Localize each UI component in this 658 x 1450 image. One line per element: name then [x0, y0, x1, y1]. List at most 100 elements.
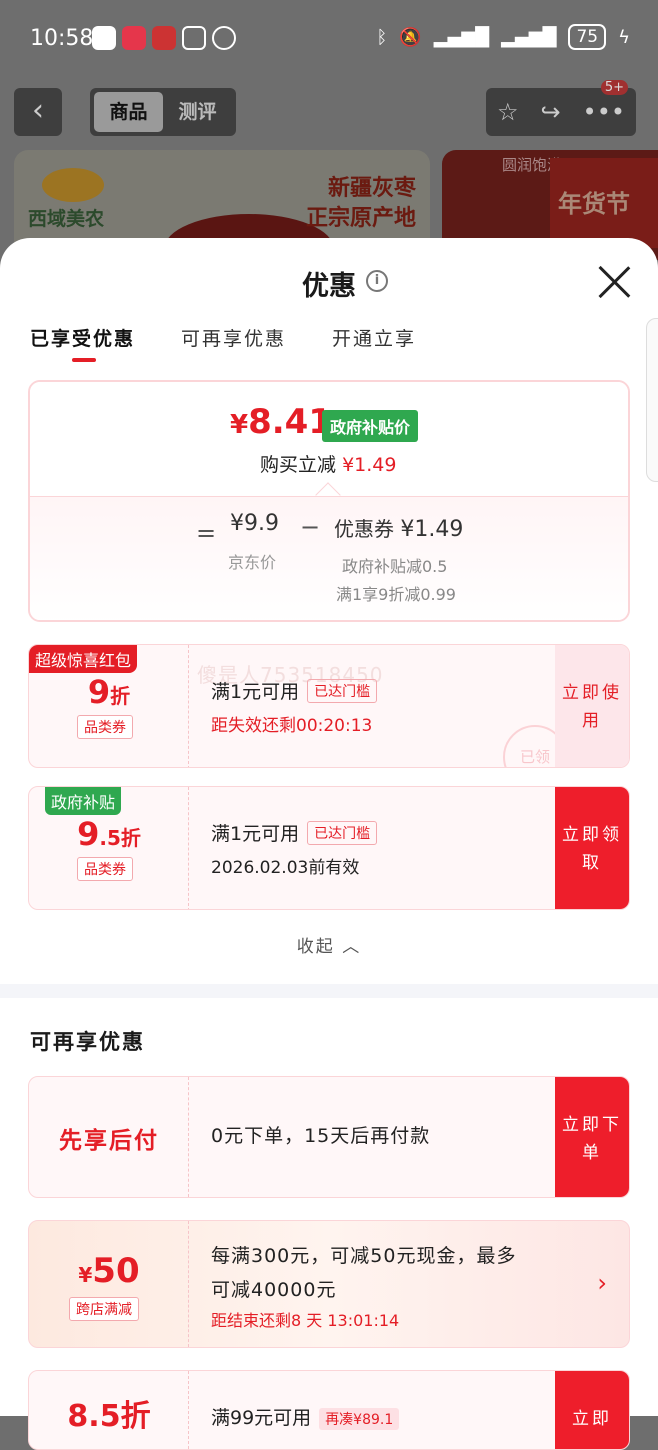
bnpl-offer: 先享后付 0元下单，15天后再付款 立即下单: [28, 1076, 630, 1198]
price-summary: ¥8.41 政府补贴价 购买立减 ¥1.49 = ¥9.9 京东价 − 优惠券 …: [28, 380, 630, 622]
charging-icon: ϟ: [618, 26, 630, 48]
close-icon[interactable]: [596, 264, 632, 300]
price-breakdown: = ¥9.9 京东价 − 优惠券 ¥1.49 政府补贴减0.5 满1享9折减0.…: [30, 496, 628, 620]
threshold-badge: 已达门槛: [307, 821, 378, 845]
alarm-icon: [212, 26, 236, 50]
offer-countdown: 距结束还剩8 天 13:01:14: [211, 1311, 400, 1330]
bnpl-text: 0元下单，15天后再付款: [211, 1125, 431, 1147]
cross-store-offer[interactable]: ¥50 跨店满减 每满300元，可减50元现金，最多 可减40000元 距结束还…: [28, 1220, 630, 1348]
coupon-total-value: ¥1.49: [400, 517, 464, 542]
claim-now-button[interactable]: 立即领取: [555, 787, 629, 909]
signal-icon: ▂▄▆█: [433, 26, 490, 48]
discount-tabs: 已享受优惠 可再享优惠 开通立享: [30, 324, 416, 362]
coupon-value-unit: .5折: [99, 826, 141, 850]
jd-price-label: 京东价: [228, 553, 277, 572]
action-group: ☆ ↪ ••• 5+: [486, 80, 636, 136]
coupon-card: 超级惊喜红包 9折 品类券 傻是人753518450 满1元可用 已达门槛 距失效…: [28, 644, 630, 768]
coupon-left: 超级惊喜红包 9折 品类券: [29, 645, 189, 767]
bnpl-title: 先享后付: [59, 1128, 159, 1154]
nfc-icon: [182, 26, 206, 50]
gov-subsidy-detail: 政府补贴减0.5: [342, 557, 448, 576]
coupon-card: 政府补贴 9.5折 品类券 满1元可用 已达门槛 2026.02.03前有效 立即…: [28, 786, 630, 910]
offer-amount: ¥50: [29, 1251, 189, 1291]
status-time: 10:58: [30, 26, 94, 51]
collapse-button[interactable]: 收起 ︿: [0, 932, 658, 957]
use-now-button[interactable]: 立即使用: [555, 645, 629, 767]
coupon-detail: 满1享9折减0.99: [336, 585, 456, 604]
offer-condition: 满99元可用 再凑¥89.1: [211, 1403, 400, 1430]
remaining-badge: 再凑¥89.1: [319, 1408, 400, 1430]
coupon-total: 优惠券 ¥1.49: [334, 513, 463, 542]
final-price: ¥8.41: [230, 402, 332, 442]
price-value: 8.41: [248, 402, 332, 442]
coupon-condition: 满1元可用 已达门槛: [211, 819, 378, 846]
brand-logo-icon: [42, 168, 104, 202]
offer-left: ¥50 跨店满减: [29, 1221, 189, 1347]
back-button[interactable]: ‹: [14, 88, 62, 136]
jd-price: ¥9.9: [230, 511, 279, 536]
status-right: ᛒ 🔕 ▂▄▆█ ▂▄▆█ 75 ϟ: [376, 24, 630, 50]
coupon-kind: 品类券: [77, 715, 133, 739]
section-divider: [0, 984, 658, 998]
offer-action-button[interactable]: 立即: [555, 1371, 629, 1449]
order-now-button[interactable]: 立即下单: [555, 1077, 629, 1197]
currency-symbol: ¥: [78, 1263, 93, 1287]
bluetooth-icon: ᛒ: [376, 26, 388, 48]
tab-enjoyed[interactable]: 已享受优惠: [30, 324, 135, 362]
coupon-condition-text: 满1元可用: [211, 823, 300, 845]
brand-name: 西域美农: [28, 208, 105, 230]
discount-sheet: 优惠 i 已享受优惠 可再享优惠 开通立享 ¥8.41 政府补贴价 购买立减 ¥…: [0, 238, 658, 1450]
minus-sign: −: [300, 513, 321, 541]
signal-icon-2: ▂▄▆█: [501, 26, 557, 48]
instant-value: ¥1.49: [342, 454, 397, 476]
tab-product[interactable]: 商品: [94, 92, 163, 132]
tab-more[interactable]: 可再享优惠: [181, 324, 286, 351]
chevron-left-icon: ‹: [32, 93, 44, 128]
coupon-tag: 政府补贴: [45, 787, 122, 815]
new-year-promo: 年货节: [550, 158, 658, 248]
offer-amount-value: 50: [92, 1251, 140, 1291]
coupon-value-unit: 折: [110, 684, 131, 708]
currency-symbol: ¥: [230, 410, 249, 440]
offer-amount: 8.5折: [67, 1399, 151, 1434]
app-heart-icon: [122, 26, 146, 50]
summary-top: ¥8.41 政府补贴价 购买立减 ¥1.49: [30, 382, 628, 498]
app-mascot-icon: [152, 26, 176, 50]
banner-line2: 正宗原产地: [305, 206, 416, 231]
battery-icon: 75: [568, 24, 607, 50]
gov-subsidy-tag: 政府补贴价: [322, 410, 419, 442]
instant-label: 购买立减: [260, 454, 337, 476]
tab-activate[interactable]: 开通立享: [332, 324, 416, 351]
banner-line1: 新疆灰枣: [327, 176, 416, 201]
instant-discount: 购买立减 ¥1.49: [260, 450, 396, 477]
top-nav: ‹ 商品 测评 ☆ ↪ ••• 5+: [0, 80, 658, 144]
coupon-value: 9折: [29, 673, 189, 711]
discount-offer: 8.5折 满99元可用 再凑¥89.1 立即: [28, 1370, 630, 1450]
qq-icon: [92, 26, 116, 50]
tab-review[interactable]: 测评: [163, 92, 232, 132]
info-icon[interactable]: i: [366, 270, 388, 292]
coupon-condition: 满1元可用 已达门槛: [211, 677, 378, 704]
star-icon[interactable]: ☆: [497, 98, 519, 126]
notification-icons: [92, 26, 236, 50]
coupon-left: 政府补贴 9.5折 品类券: [29, 787, 189, 909]
coupon-total-label: 优惠券: [334, 517, 394, 541]
offer-left: 8.5折: [29, 1371, 189, 1449]
chevron-right-icon: ›: [597, 1269, 607, 1297]
mute-icon: 🔕: [399, 26, 422, 48]
message-badge: 5+: [600, 80, 628, 95]
more-icon[interactable]: •••: [583, 98, 625, 126]
sheet-title: 优惠: [302, 271, 356, 302]
threshold-badge: 已达门槛: [307, 679, 378, 703]
offer-kind: 跨店满减: [69, 1297, 139, 1321]
coupon-countdown: 距失效还剩00:20:13: [211, 716, 373, 736]
equals-sign: =: [196, 519, 217, 547]
share-icon[interactable]: ↪: [540, 98, 560, 126]
side-handle[interactable]: [646, 318, 658, 482]
tab-switcher: 商品 测评: [90, 88, 236, 136]
coupon-expiry: 2026.02.03前有效: [211, 858, 360, 878]
offer-desc-1: 每满300元，可减50元现金，最多: [211, 1245, 517, 1267]
coupon-value-num: 9: [77, 815, 100, 853]
coupon-condition-text: 满1元可用: [211, 681, 300, 703]
offer-left: 先享后付: [29, 1077, 189, 1197]
